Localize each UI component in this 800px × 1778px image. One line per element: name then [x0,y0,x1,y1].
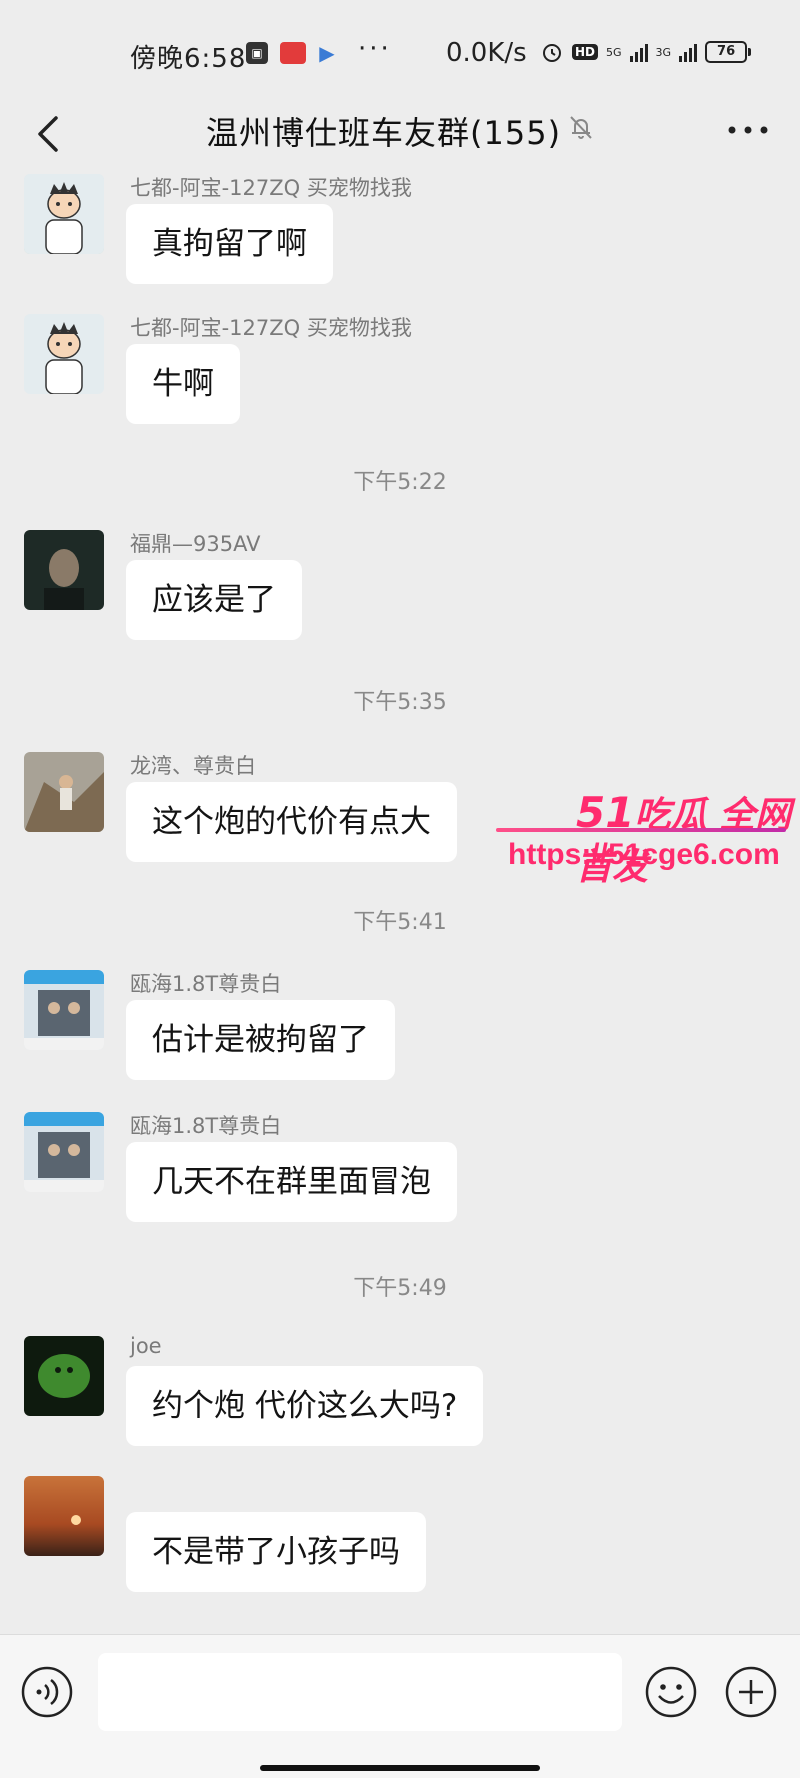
back-button[interactable] [20,104,80,164]
avatar[interactable] [24,1476,104,1556]
sender-name: 七都-阿宝-127ZQ 买宠物找我 [130,176,412,200]
status-time: 傍晚6:58 [130,44,247,74]
status-more: ··· [358,34,392,64]
chat-list[interactable]: 七都-阿宝-127ZQ 买宠物找我 真拘留了啊 七都-阿宝-127ZQ 买宠物找… [0,174,800,1634]
emoji-button[interactable] [644,1665,698,1719]
watermark: 51吃瓜 全网首发 https://51cge6.com [496,786,796,888]
emoji-icon [645,1666,697,1718]
voice-button[interactable] [20,1665,74,1719]
message-bubble[interactable]: 估计是被拘留了 [126,1000,395,1080]
watermark-url: https://51cge6.com [508,838,780,871]
alarm-icon [543,44,561,62]
avatar[interactable] [24,530,104,610]
message-bubble[interactable]: 几天不在群里面冒泡 [126,1142,457,1222]
sender-name: 七都-阿宝-127ZQ 买宠物找我 [130,316,412,340]
input-bar [0,1634,800,1778]
home-indicator[interactable] [260,1765,540,1771]
more-dots-icon [728,126,768,134]
signal-icon [679,42,698,62]
message-bubble[interactable]: 约个炮 代价这么大吗? [126,1366,484,1446]
battery-icon: 76 [705,41,752,63]
avatar[interactable] [24,174,104,254]
more-button[interactable] [718,104,778,154]
play-app-icon: ▶ [319,41,335,65]
avatar[interactable] [24,752,104,832]
sender-name: 瓯海1.8T尊贵白 [130,972,282,996]
message-bubble[interactable]: 这个炮的代价有点大 [126,782,457,862]
page-title: 温州博仕班车友群(155) [206,114,562,152]
plus-icon [725,1666,777,1718]
avatar[interactable] [24,1336,104,1416]
sim2-label: 3G [655,45,672,59]
timestamp-divider: 下午5:49 [353,1276,447,1301]
voice-icon [21,1666,73,1718]
signal-icon [629,42,648,62]
message-input[interactable] [98,1653,622,1731]
hd-badge: HD [572,44,599,60]
sender-name: 龙湾、尊贵白 [130,754,256,778]
status-right: HD 5G 3G 76 [540,40,752,64]
status-bar: 傍晚6:58 ▣ ▶ ··· 0.0K/s HD 5G 3G 76 [0,0,800,100]
message-bubble[interactable]: 真拘留了啊 [126,204,333,284]
sender-name: 瓯海1.8T尊贵白 [130,1114,282,1138]
message-bubble[interactable]: 牛啊 [126,344,240,424]
watermark-underline [496,828,786,832]
red-app-icon [280,42,306,64]
more-functions-button[interactable] [724,1665,778,1719]
avatar[interactable] [24,314,104,394]
avatar[interactable] [24,1112,104,1192]
square-app-icon: ▣ [246,42,268,64]
timestamp-divider: 下午5:35 [353,690,447,715]
net-speed: 0.0K/s [446,38,527,68]
timestamp-divider: 下午5:41 [353,910,447,935]
chevron-left-icon [38,116,58,152]
avatar[interactable] [24,970,104,1050]
chat-header: 温州博仕班车友群(155) [0,100,800,174]
sender-name: joe [130,1334,162,1358]
mute-bell-icon [570,116,592,139]
timestamp-divider: 下午5:22 [353,470,447,495]
sender-name: 福鼎—935AV [130,532,261,556]
message-bubble[interactable]: 不是带了小孩子吗 [126,1512,426,1592]
sim1-label: 5G [606,45,622,59]
message-bubble[interactable]: 应该是了 [126,560,302,640]
